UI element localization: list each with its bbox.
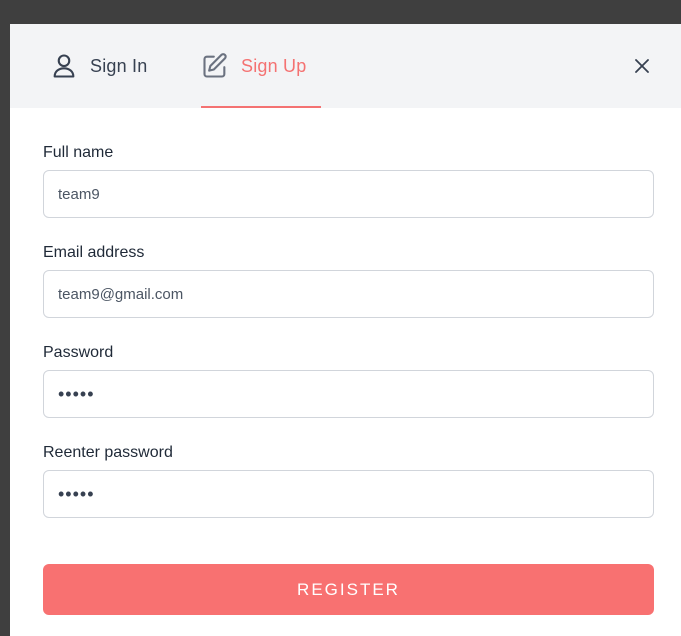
email-label: Email address <box>43 244 145 261</box>
edit-icon <box>203 53 227 78</box>
active-tab-indicator <box>201 106 321 108</box>
tab-sign-up-label: Sign Up <box>241 55 307 76</box>
tab-sign-up[interactable]: Sign Up <box>201 24 321 108</box>
signup-modal: Sign In Sign Up Full name Email address … <box>10 24 681 636</box>
password-input[interactable] <box>43 370 654 418</box>
tab-sign-in[interactable]: Sign In <box>50 24 160 108</box>
reenter-password-input[interactable] <box>43 470 654 518</box>
register-button[interactable]: REGISTER <box>43 564 654 615</box>
reenter-password-label: Reenter password <box>43 444 173 461</box>
email-input[interactable] <box>43 270 654 318</box>
modal-header: Sign In Sign Up <box>10 24 681 108</box>
tab-sign-in-label: Sign In <box>90 55 148 76</box>
full-name-label: Full name <box>43 144 114 161</box>
close-button[interactable] <box>630 54 654 78</box>
full-name-input[interactable] <box>43 170 654 218</box>
close-icon <box>635 59 649 73</box>
password-label: Password <box>43 344 114 361</box>
user-icon <box>53 54 75 78</box>
